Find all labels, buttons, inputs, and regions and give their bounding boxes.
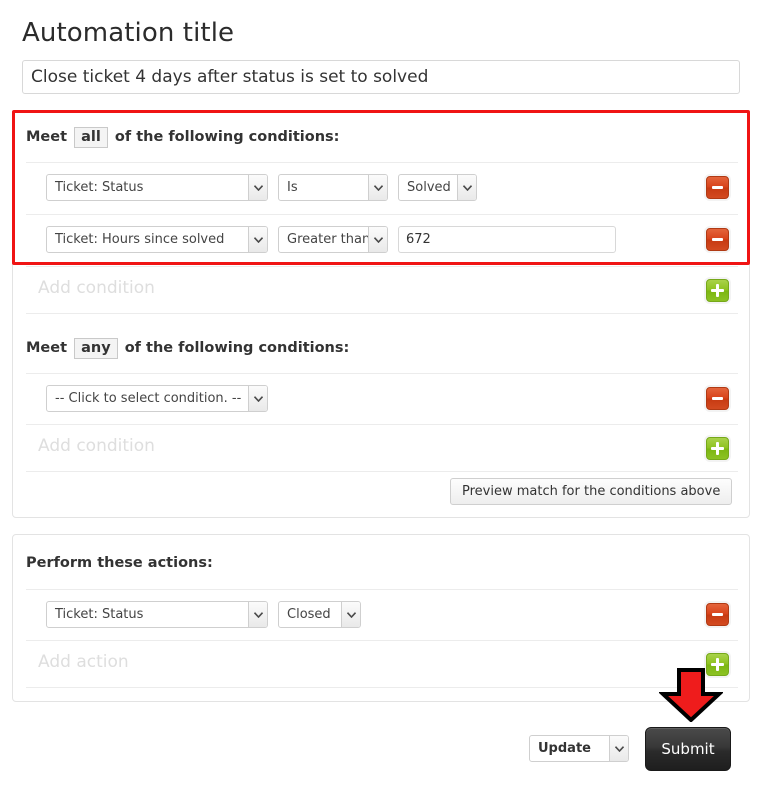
- conditions-card: Meet all of the following conditions: Ti…: [12, 110, 750, 518]
- condition-value-input[interactable]: [398, 226, 616, 253]
- condition-field-select[interactable]: Ticket: Hours since solved: [46, 226, 268, 253]
- minus-icon: [712, 613, 723, 616]
- meet-any-prefix: Meet: [26, 340, 68, 356]
- remove-condition-button[interactable]: [706, 387, 729, 410]
- chevron-down-icon: [248, 386, 267, 411]
- divider: [26, 313, 738, 314]
- divider: [26, 589, 738, 590]
- condition-field-value: Ticket: Hours since solved: [55, 232, 225, 247]
- submit-mode-value: Update: [538, 741, 591, 756]
- meet-all-prefix: Meet: [26, 129, 68, 145]
- meet-any-operator-chip[interactable]: any: [74, 338, 118, 359]
- red-down-arrow-annotation: [659, 668, 723, 722]
- divider: [26, 373, 738, 374]
- action-field-select[interactable]: Ticket: Status: [46, 601, 268, 628]
- divider: [26, 424, 738, 425]
- chevron-down-icon: [609, 736, 628, 761]
- meet-any-label: Meet any of the following conditions:: [26, 338, 349, 359]
- meet-all-suffix: of the following conditions:: [114, 129, 340, 145]
- plus-icon: [711, 442, 724, 455]
- condition-field-select[interactable]: Ticket: Status: [46, 174, 268, 201]
- condition-operator-value: Greater than: [287, 232, 368, 247]
- action-row: Ticket: Status Closed: [13, 594, 751, 638]
- condition-operator-select[interactable]: Is: [278, 174, 388, 201]
- condition-operator-value: Is: [287, 180, 298, 195]
- meet-all-operator-chip[interactable]: all: [74, 127, 108, 148]
- remove-condition-button[interactable]: [706, 176, 729, 199]
- add-condition-button[interactable]: [706, 437, 729, 460]
- add-condition-label[interactable]: Add condition: [38, 436, 155, 456]
- condition-row: -- Click to select condition. --: [13, 378, 751, 422]
- minus-icon: [712, 238, 723, 241]
- add-condition-label[interactable]: Add condition: [38, 278, 155, 298]
- condition-row: Ticket: Status Is Solved: [13, 167, 751, 211]
- plus-icon: [711, 284, 724, 297]
- add-action-label[interactable]: Add action: [38, 652, 129, 672]
- divider: [26, 266, 738, 267]
- divider: [26, 162, 738, 163]
- action-field-value: Ticket: Status: [55, 607, 144, 622]
- chevron-down-icon: [248, 175, 267, 200]
- chevron-down-icon: [341, 602, 360, 627]
- add-condition-button[interactable]: [706, 279, 729, 302]
- actions-heading: Perform these actions:: [26, 555, 213, 571]
- divider: [26, 214, 738, 215]
- chevron-down-icon: [248, 602, 267, 627]
- actions-card: Perform these actions: Ticket: Status Cl…: [12, 534, 750, 702]
- divider: [26, 471, 738, 472]
- divider: [26, 687, 738, 688]
- condition-value-select[interactable]: Solved: [398, 174, 477, 201]
- automation-title-input[interactable]: [22, 60, 740, 94]
- condition-field-select[interactable]: -- Click to select condition. --: [46, 385, 268, 412]
- chevron-down-icon: [368, 175, 387, 200]
- submit-button[interactable]: Submit: [645, 727, 731, 771]
- minus-icon: [712, 186, 723, 189]
- page-title: Automation title: [22, 18, 235, 48]
- preview-match-button[interactable]: Preview match for the conditions above: [450, 478, 733, 505]
- submit-mode-select[interactable]: Update: [529, 735, 629, 762]
- chevron-down-icon: [368, 227, 387, 252]
- remove-condition-button[interactable]: [706, 228, 729, 251]
- automation-editor-page: Automation title Meet all of the followi…: [0, 0, 762, 807]
- chevron-down-icon: [248, 227, 267, 252]
- condition-field-value: -- Click to select condition. --: [55, 391, 242, 406]
- condition-value-text: Solved: [407, 180, 451, 195]
- condition-row: Ticket: Hours since solved Greater than: [13, 219, 751, 263]
- meet-all-label: Meet all of the following conditions:: [26, 127, 339, 148]
- condition-field-value: Ticket: Status: [55, 180, 144, 195]
- meet-any-suffix: of the following conditions:: [124, 340, 350, 356]
- divider: [26, 640, 738, 641]
- remove-action-button[interactable]: [706, 603, 729, 626]
- chevron-down-icon: [457, 175, 476, 200]
- action-value-text: Closed: [287, 607, 331, 622]
- action-value-select[interactable]: Closed: [278, 601, 361, 628]
- minus-icon: [712, 397, 723, 400]
- condition-operator-select[interactable]: Greater than: [278, 226, 388, 253]
